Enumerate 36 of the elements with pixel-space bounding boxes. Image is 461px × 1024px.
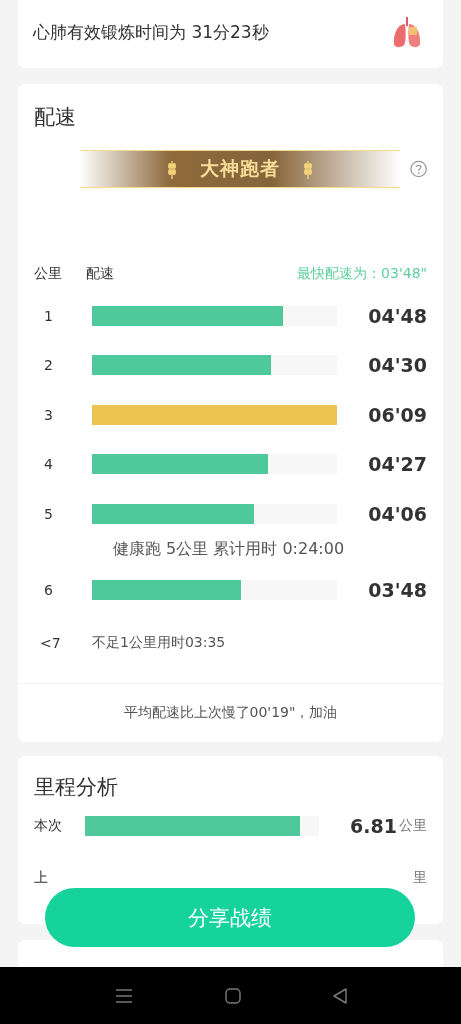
row-label: 上	[34, 869, 49, 887]
lungs-icon	[391, 14, 423, 50]
pace-time: 06'09	[368, 403, 427, 426]
kilometer-number: <7	[39, 635, 62, 651]
kilometer-number: 3	[43, 406, 54, 423]
back-icon[interactable]	[332, 987, 347, 1004]
section-title: 里程分析	[34, 774, 119, 800]
row-label: 本次	[34, 817, 63, 835]
fastest-pace: 最快配速为：03'48"	[297, 265, 427, 283]
summary-text: 心肺有效锻炼时间为 31分23秒	[33, 20, 269, 44]
pace-time: 03'48	[368, 579, 427, 602]
kilometer-number: 6	[43, 582, 54, 599]
kilometer-number: 5	[43, 505, 54, 522]
distance-value: 6.81	[350, 815, 397, 837]
section-title: 配速	[34, 104, 77, 130]
pace-time: 04'06	[368, 502, 427, 525]
distance-unit: 里	[413, 869, 427, 887]
column-header: 公里	[34, 265, 63, 283]
kilometer-number: 4	[43, 456, 54, 473]
wheat-icon	[301, 159, 314, 179]
kilometer-number: 1	[43, 307, 54, 324]
pace-time: 04'30	[368, 354, 427, 377]
remaining-time: 不足1公里用时03:35	[92, 634, 226, 652]
column-header: 配速	[86, 265, 114, 283]
pace-time: 04'27	[368, 453, 427, 476]
wheat-icon	[165, 159, 178, 179]
milestone-note: 健康跑 5公里 累计用时 0:24:00	[113, 538, 345, 560]
help-icon[interactable]	[409, 160, 427, 178]
pace-comparison: 平均配速比上次慢了00'19"，加油	[123, 704, 338, 722]
menu-icon[interactable]	[114, 988, 133, 1003]
share-button[interactable]: 分享战绩	[45, 888, 415, 947]
home-icon[interactable]	[224, 987, 241, 1004]
kilometer-number: 2	[43, 357, 54, 374]
badge-text: 大神跑者	[199, 156, 280, 181]
pace-time: 04'48	[368, 304, 427, 327]
distance-unit: 公里	[399, 817, 427, 835]
